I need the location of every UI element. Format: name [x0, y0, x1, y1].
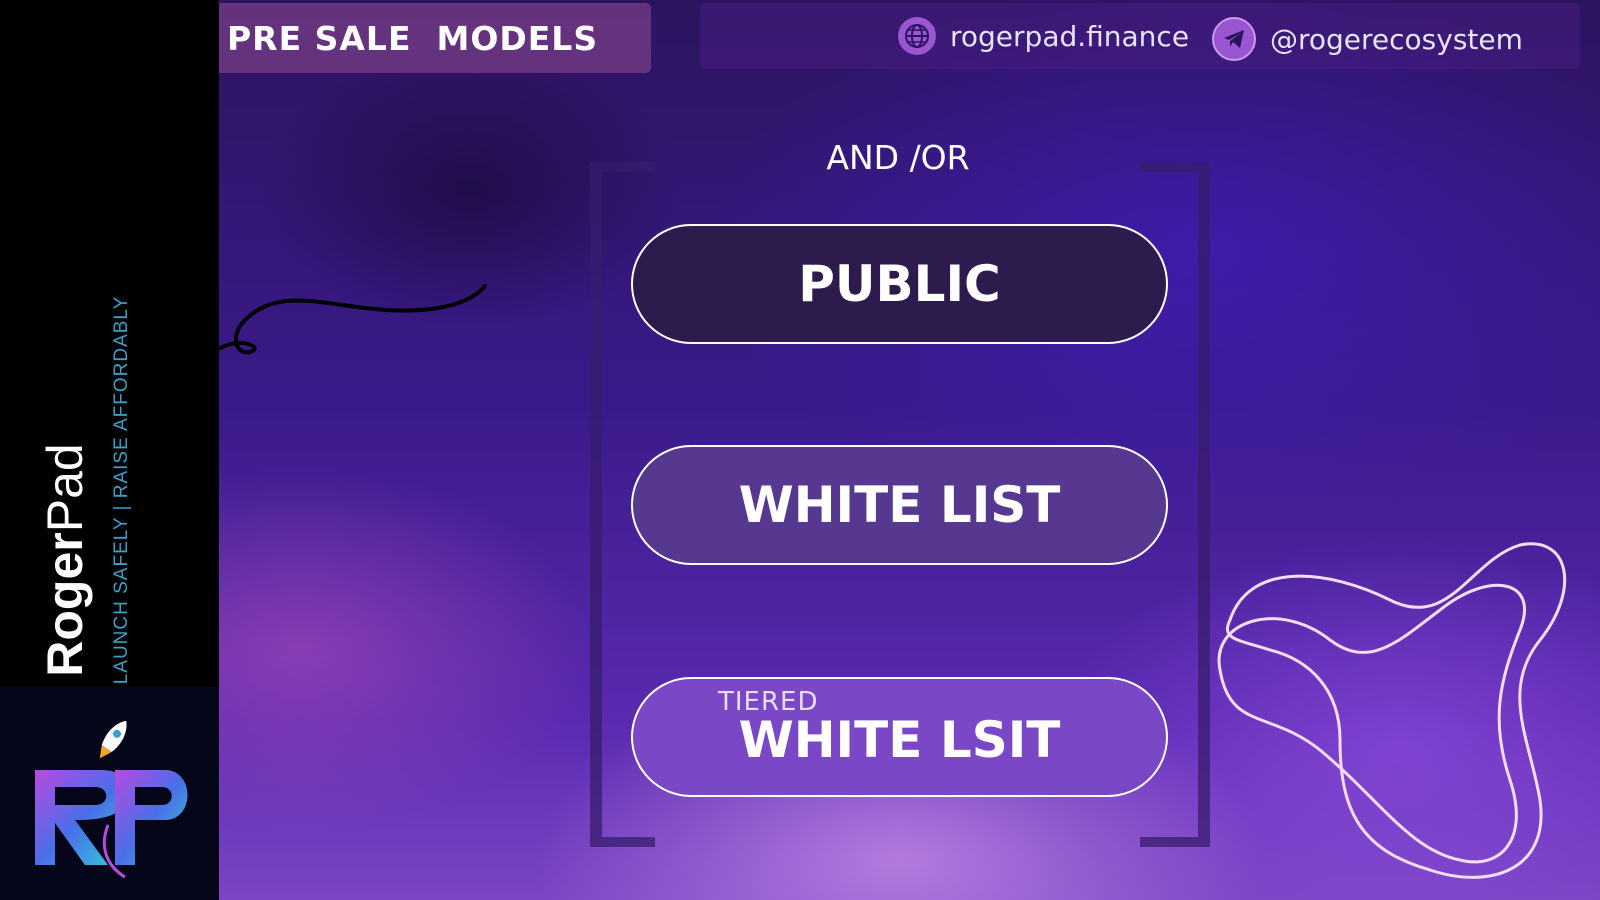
telegram-icon	[1212, 17, 1256, 61]
brand-name: RogerPad	[37, 443, 93, 677]
option-public: PUBLIC	[631, 224, 1168, 344]
rocket-icon	[35, 720, 188, 879]
website-text: rogerpad.finance	[950, 19, 1190, 53]
option-public-label: PUBLIC	[798, 255, 1001, 313]
squiggle-decoration	[215, 284, 487, 355]
social-bar: rogerpad.finance @rogerecosystem	[700, 3, 1580, 69]
blob-decoration	[1217, 542, 1567, 879]
brand-name-light: Pad	[37, 443, 93, 533]
brand-tagline: LAUNCH SAFELY | RAISE AFFORDABLY	[111, 295, 132, 685]
telegram-text: @rogerecosystem	[1270, 22, 1523, 56]
option-tiered-whitelist: TIERED WHITE LSIT	[631, 677, 1168, 797]
option-whitelist: WHITE LIST	[631, 445, 1168, 565]
option-whitelist-label: WHITE LIST	[738, 476, 1061, 534]
option-tiered-label: WHITE LSIT	[738, 711, 1061, 769]
brand-name-bold: Roger	[37, 532, 93, 677]
title-box: PRE SALE MODELS	[219, 3, 651, 73]
website-link[interactable]: rogerpad.finance	[898, 17, 1189, 55]
connector-text: AND /OR	[826, 138, 970, 177]
page-title: PRE SALE MODELS	[227, 19, 599, 58]
globe-icon	[898, 17, 936, 55]
telegram-link[interactable]: @rogerecosystem	[1212, 17, 1523, 61]
